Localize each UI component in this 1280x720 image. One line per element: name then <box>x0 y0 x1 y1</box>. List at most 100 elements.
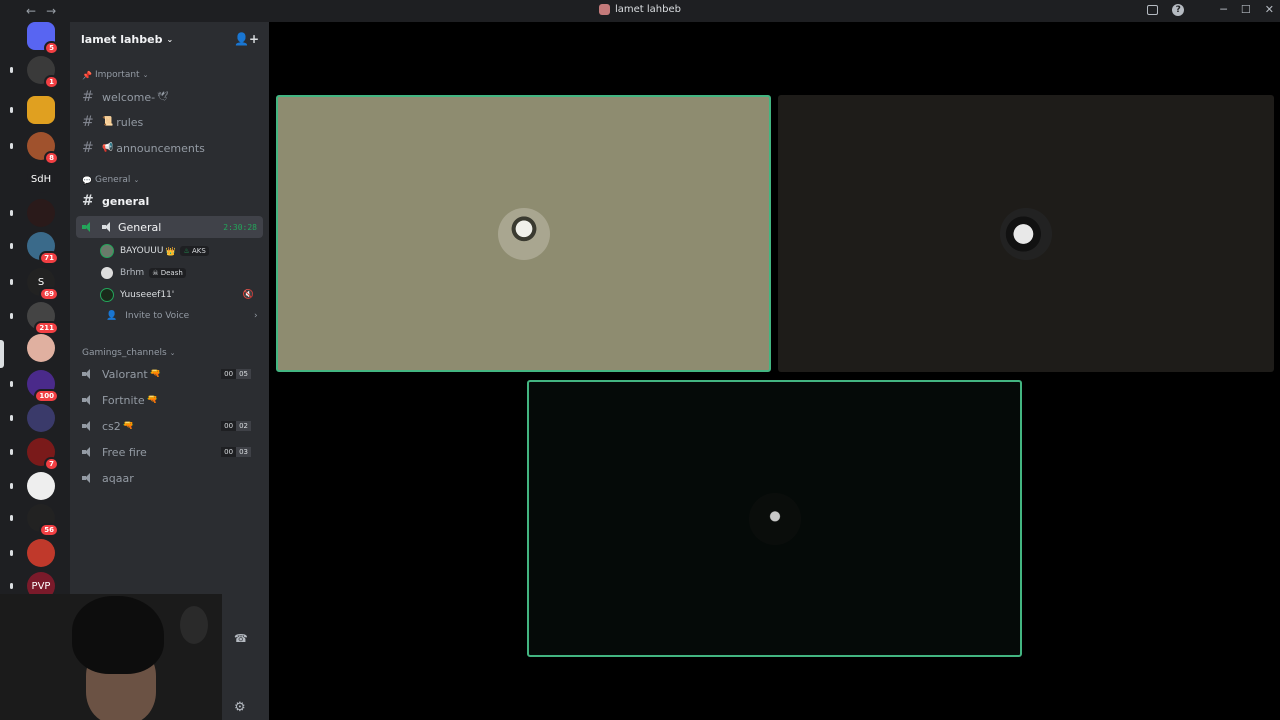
server-icon-11[interactable] <box>27 404 55 432</box>
minimize-button[interactable]: ─ <box>1220 3 1227 16</box>
channel-cs2[interactable]: cs2 🔫 00 02 <box>76 415 263 437</box>
avatar <box>497 207 550 260</box>
unread-indicator <box>10 143 13 149</box>
title-bar: ← → lamet lahbeb ? ─ ☐ ✕ <box>0 0 1280 22</box>
server-icon-14[interactable]: 56 <box>27 504 59 537</box>
server-icon-13[interactable] <box>27 472 55 500</box>
gear-icon[interactable]: ⚙ <box>234 700 246 715</box>
channel-fortnite[interactable]: Fortnite 🔫 <box>76 389 263 411</box>
inbox-icon[interactable] <box>1147 4 1159 15</box>
notification-badge: 5 <box>44 41 59 55</box>
server-icon-15[interactable] <box>27 539 55 567</box>
help-icon[interactable]: ? <box>1172 3 1185 16</box>
fire-icon: ♨ <box>183 247 190 255</box>
user-limit-badge: 00 05 <box>221 369 251 379</box>
avatar <box>1000 207 1052 260</box>
notification-badge: 1 <box>44 75 59 89</box>
pin-icon: 📌 <box>82 70 92 80</box>
scroll-emoji: 📜 <box>102 117 114 127</box>
chevron-down-icon: ⌄ <box>133 176 140 184</box>
channel-welcome[interactable]: # welcome- 🕊 <box>76 86 263 108</box>
discord-app: ← → lamet lahbeb ? ─ ☐ ✕ 5 1 8 SdH 71 S 69 211 1… <box>0 0 1280 720</box>
voice-user-yuuseeef[interactable]: Yuuseeef11' 🔇 <box>100 285 260 305</box>
invite-to-voice[interactable]: 👤 Invite to Voice › <box>106 311 258 321</box>
category-gaming[interactable]: Gamings_channels ⌄ <box>82 348 176 358</box>
avatar <box>100 244 114 258</box>
unread-indicator <box>10 210 13 216</box>
gun-emoji: 🔫 <box>122 421 134 431</box>
server-icon-2[interactable] <box>27 96 55 124</box>
server-icon-3[interactable]: 8 <box>27 132 59 165</box>
channel-general-text[interactable]: # general <box>76 190 263 212</box>
video-tile-3[interactable] <box>527 380 1022 657</box>
call-timer: 2:30:28 <box>223 222 257 232</box>
avatar <box>100 266 114 280</box>
add-user-icon: 👤 <box>106 311 118 321</box>
add-member-icon[interactable]: 👤+ <box>234 32 259 46</box>
server-icon-7[interactable]: S 69 <box>27 268 59 301</box>
close-button[interactable]: ✕ <box>1265 3 1274 16</box>
chevron-down-icon: ⌄ <box>166 34 174 44</box>
chevron-right-icon: › <box>254 311 258 321</box>
channel-rules[interactable]: # 📜 rules <box>76 111 263 133</box>
megaphone-emoji: 📢 <box>102 143 114 153</box>
crown-emoji: 👑 <box>165 246 176 256</box>
selected-server-pill <box>0 340 4 368</box>
channel-freefire[interactable]: Free fire 00 03 <box>76 441 263 463</box>
unread-indicator <box>10 279 13 285</box>
notification-badge: 8 <box>44 151 59 165</box>
server-icon-6[interactable]: 71 <box>27 232 59 265</box>
dove-emoji: 🕊 <box>157 92 169 102</box>
category-general[interactable]: 💬 General ⌄ <box>82 175 139 185</box>
notification-badge: 71 <box>39 251 59 265</box>
text-channel-icon: # <box>82 140 94 156</box>
speaker-icon <box>82 473 102 483</box>
maximize-button[interactable]: ☐ <box>1241 3 1251 16</box>
server-icon-12[interactable]: 7 <box>27 438 59 471</box>
server-icon-1[interactable]: 1 <box>27 56 59 89</box>
video-tile-2[interactable] <box>778 95 1274 372</box>
disconnect-icon[interactable]: ☎ <box>234 632 248 645</box>
text-channel-icon: # <box>82 193 94 209</box>
notification-badge: 56 <box>39 523 59 537</box>
voice-user-bayouuu[interactable]: BAYOUUU 👑 ♨ AKS <box>100 241 260 261</box>
unread-indicator <box>10 449 13 455</box>
gun-emoji: 🔫 <box>149 369 161 379</box>
server-icon-5[interactable] <box>27 199 55 227</box>
notification-badge: 211 <box>34 321 59 335</box>
text-channel-icon: # <box>82 114 94 130</box>
text-channel-icon: # <box>82 89 94 105</box>
hair-image <box>72 596 164 674</box>
channel-valorant[interactable]: Valorant 🔫 00 05 <box>76 363 263 385</box>
server-icon-8[interactable]: 211 <box>27 302 59 335</box>
notification-badge: 7 <box>44 457 59 471</box>
user-tag: ♨ AKS <box>180 246 209 256</box>
channel-announcements[interactable]: # 📢 announcements <box>76 137 263 159</box>
speaker-icon <box>82 395 102 405</box>
unread-indicator <box>10 550 13 556</box>
voice-user-brhm[interactable]: Brhm ☠ Deash <box>100 263 260 283</box>
server-icon-10[interactable]: 100 <box>27 370 59 403</box>
channel-general-voice[interactable]: General 2:30:28 <box>76 216 263 238</box>
user-tag: ☠ Deash <box>149 268 186 278</box>
video-tile-1[interactable] <box>276 95 771 372</box>
server-label: SdH <box>30 173 52 185</box>
webcam-overlay <box>0 594 222 720</box>
window-title: lamet lahbeb <box>0 4 1280 15</box>
category-important[interactable]: 📌 Important ⌄ <box>82 70 148 80</box>
unread-indicator <box>10 313 13 319</box>
server-icon-9[interactable] <box>27 334 55 362</box>
unread-indicator <box>10 67 13 73</box>
unread-indicator <box>10 515 13 521</box>
server-icon-4[interactable]: SdH <box>27 165 55 193</box>
user-limit-badge: 00 02 <box>221 421 251 431</box>
server-header[interactable]: lamet lahbeb ⌄ 👤+ <box>70 22 269 56</box>
speaker-icon <box>82 447 102 457</box>
chevron-down-icon: ⌄ <box>142 71 149 79</box>
chevron-down-icon: ⌄ <box>169 349 176 357</box>
server-icon-0[interactable]: 5 <box>27 22 59 55</box>
channel-aqaar[interactable]: aqaar <box>76 467 263 489</box>
server-icon <box>599 4 610 15</box>
speaker-icon <box>82 222 102 232</box>
server-label: S <box>37 276 45 288</box>
